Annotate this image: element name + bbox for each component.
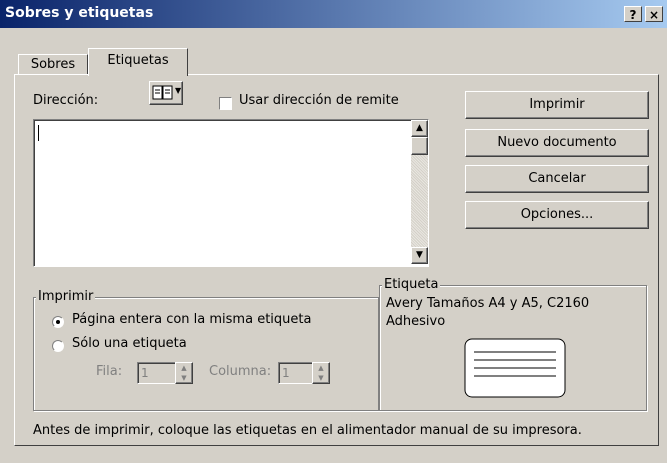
spin-up-icon[interactable]: ▲ [313,363,329,373]
cancel-button[interactable]: Cancelar [465,165,649,193]
label-type-text: Adhesivo [386,314,446,329]
tab-sobres[interactable]: Sobres [18,54,88,75]
help-button[interactable]: ? [624,6,642,22]
row-label: Fila: [96,364,123,379]
options-button-label: Opciones... [520,207,594,222]
address-textarea[interactable]: ▲ ▼ [33,119,429,267]
single-label-label: Sólo una etiqueta [72,336,187,351]
row-value: 1 [141,366,149,380]
use-return-address-label: Usar dirección de remite [239,93,399,108]
column-value: 1 [282,366,290,380]
spin-up-icon[interactable]: ▲ [176,363,192,373]
dialog-window: Sobres y etiquetas ? × Sobres Etiquetas … [0,0,667,463]
scroll-thumb[interactable] [411,137,428,155]
text-caret [38,125,39,141]
print-group-legend: Imprimir [36,289,96,304]
tab-panel: Dirección: ▼ Usar dirección de remite ▲ … [14,74,659,446]
tab-etiquetas[interactable]: Etiquetas [88,48,188,76]
print-groupbox: Imprimir Página entera con la misma etiq… [33,289,379,411]
label-group-legend: Etiqueta [382,277,441,292]
column-label: Columna: [209,364,272,379]
window-title: Sobres y etiquetas [5,5,154,21]
full-page-radio[interactable] [52,316,64,328]
scroll-up-icon[interactable]: ▲ [411,120,428,137]
footer-note: Antes de imprimir, coloque las etiquetas… [33,423,582,438]
radio-selected-dot [56,320,60,324]
chevron-down-icon: ▼ [175,86,182,95]
column-spinner[interactable]: ▲ ▼ [312,362,330,384]
address-book-button[interactable]: ▼ [149,81,183,105]
label-preview-icon [464,338,566,398]
print-button[interactable]: Imprimir [465,91,649,119]
label-product-text: Avery Tamaños A4 y A5, C2160 [386,296,590,311]
address-book-icon [152,85,173,100]
label-groupbox[interactable]: Etiqueta Avery Tamaños A4 y A5, C2160 Ad… [379,277,647,411]
spin-down-icon[interactable]: ▼ [313,373,329,383]
scroll-down-icon[interactable]: ▼ [411,247,428,264]
use-return-address-checkbox[interactable] [219,97,232,110]
new-document-button[interactable]: Nuevo documento [465,129,649,157]
options-button[interactable]: Opciones... [465,201,649,229]
full-page-label: Página entera con la misma etiqueta [72,312,312,327]
vertical-scrollbar[interactable]: ▲ ▼ [411,120,428,264]
close-button[interactable]: × [645,6,663,22]
cancel-button-label: Cancelar [528,171,586,186]
new-document-button-label: Nuevo documento [497,135,617,150]
address-label: Dirección: [33,93,99,108]
spin-down-icon[interactable]: ▼ [176,373,192,383]
title-bar[interactable]: Sobres y etiquetas ? × [0,0,667,28]
print-button-label: Imprimir [529,97,585,112]
tab-sobres-label: Sobres [30,57,76,72]
single-label-radio[interactable] [52,340,64,352]
row-spinner[interactable]: ▲ ▼ [175,362,193,384]
tab-etiquetas-label: Etiquetas [107,53,169,68]
